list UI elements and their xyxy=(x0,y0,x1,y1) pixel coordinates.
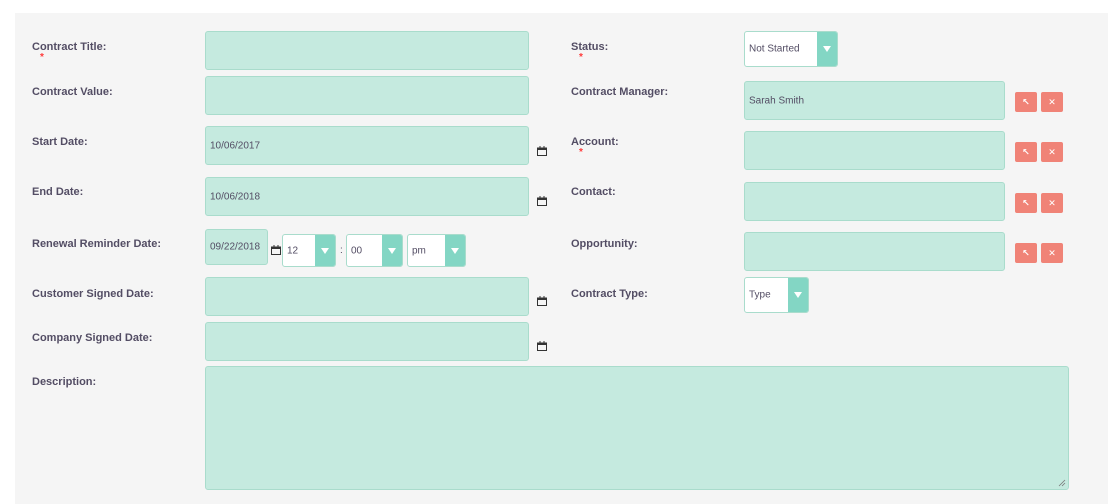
opportunity-input[interactable] xyxy=(744,232,1005,271)
calendar-icon[interactable] xyxy=(537,146,547,156)
renewal-hour-value: 12 xyxy=(287,245,299,256)
clear-contact-button[interactable]: ✕ xyxy=(1041,193,1063,213)
renewal-meridiem-select[interactable]: pm xyxy=(407,234,466,267)
contract-type-label: Contract Type: xyxy=(571,288,648,300)
opportunity-label: Opportunity: xyxy=(571,238,638,250)
select-account-button[interactable]: ↖ xyxy=(1015,142,1037,162)
renewal-hour-select[interactable]: 12 xyxy=(282,234,336,267)
calendar-icon[interactable] xyxy=(537,341,547,351)
select-arrow-icon xyxy=(315,235,335,266)
account-required-mark: * xyxy=(579,147,583,158)
contract-manager-value: Sarah Smith xyxy=(749,95,805,106)
customer-signed-date-label: Customer Signed Date: xyxy=(32,288,154,300)
select-opportunity-button[interactable]: ↖ xyxy=(1015,243,1037,263)
contract-value-input[interactable] xyxy=(205,76,529,115)
time-separator: : xyxy=(340,245,343,256)
end-date-value: 10/06/2018 xyxy=(210,191,261,202)
clear-contract-manager-button[interactable]: ✕ xyxy=(1041,92,1063,112)
contact-input[interactable] xyxy=(744,182,1005,221)
end-date-label: End Date: xyxy=(32,186,84,198)
contract-type-value: Type xyxy=(749,289,771,301)
select-contact-button[interactable]: ↖ xyxy=(1015,193,1037,213)
clear-account-button[interactable]: ✕ xyxy=(1041,142,1063,162)
company-signed-date-label: Company Signed Date: xyxy=(32,332,153,344)
contract-type-select[interactable]: Type xyxy=(744,277,809,313)
select-arrow-icon xyxy=(817,32,837,66)
contract-manager-input[interactable]: Sarah Smith xyxy=(744,81,1005,120)
company-signed-date-input[interactable] xyxy=(205,322,529,361)
contract-title-input[interactable] xyxy=(205,31,529,70)
status-required-mark: * xyxy=(579,52,583,63)
calendar-icon[interactable] xyxy=(537,296,547,306)
renewal-minute-value: 00 xyxy=(351,245,363,256)
start-date-value: 10/06/2017 xyxy=(210,140,261,151)
calendar-icon[interactable] xyxy=(537,196,547,206)
contract-value-label: Contract Value: xyxy=(32,86,113,98)
end-date-input[interactable]: 10/06/2018 xyxy=(205,177,529,216)
status-label: Status: xyxy=(571,41,609,53)
select-contract-manager-button[interactable]: ↖ xyxy=(1015,92,1037,112)
contract-manager-label: Contract Manager: xyxy=(571,86,669,98)
renewal-reminder-date-label: Renewal Reminder Date: xyxy=(32,238,161,250)
description-textarea[interactable] xyxy=(205,366,1069,490)
renewal-reminder-date-input[interactable]: 09/22/2018 xyxy=(205,229,268,265)
start-date-input[interactable]: 10/06/2017 xyxy=(205,126,529,165)
contact-label: Contact: xyxy=(571,186,616,198)
account-input[interactable] xyxy=(744,131,1005,170)
status-value: Not Started xyxy=(749,43,800,55)
select-arrow-icon xyxy=(382,235,402,266)
customer-signed-date-input[interactable] xyxy=(205,277,529,316)
start-date-label: Start Date: xyxy=(32,136,88,148)
clear-opportunity-button[interactable]: ✕ xyxy=(1041,243,1063,263)
renewal-minute-select[interactable]: 00 xyxy=(346,234,403,267)
calendar-icon[interactable] xyxy=(271,245,281,255)
select-arrow-icon xyxy=(445,235,465,266)
description-label: Description: xyxy=(32,376,97,388)
status-select[interactable]: Not Started xyxy=(744,31,838,67)
renewal-meridiem-value: pm xyxy=(412,245,426,256)
renewal-reminder-date-value: 09/22/2018 xyxy=(210,241,261,253)
resize-handle-icon[interactable] xyxy=(1058,479,1066,487)
contract-title-required-mark: * xyxy=(40,52,44,63)
select-arrow-icon xyxy=(788,278,808,312)
contract-edit-panel: Contract Title: * Contract Value: Start … xyxy=(15,13,1108,504)
